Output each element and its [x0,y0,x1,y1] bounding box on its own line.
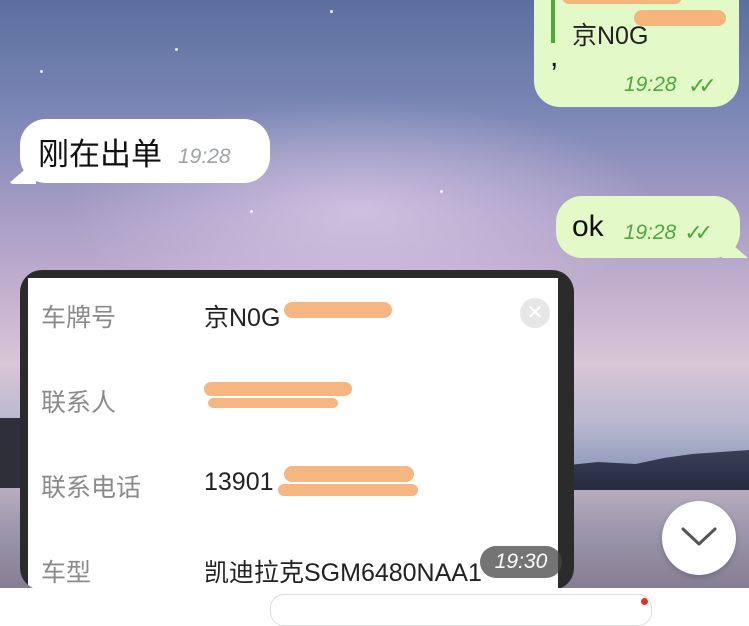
outgoing-message-ok[interactable]: ok 19:28 ✓✓ [556,196,740,258]
form-value: 13901 [204,468,274,496]
scroll-down-button[interactable] [662,501,736,575]
message-text: , [550,40,559,73]
star [330,10,333,13]
form-label: 车型 [41,559,92,587]
star [440,190,443,193]
double-check-icon: ✓✓ [688,73,717,98]
message-input[interactable] [270,594,652,626]
outgoing-message-quoted[interactable]: 京N0G , 19:28 ✓✓ [534,0,739,107]
composer-bar [0,588,749,626]
form-row-model: 车型 凯迪拉克SGM6480NAA1 [28,553,558,590]
image-message-time: 19:30 [480,546,562,578]
form-screenshot: 车牌号 京N0G ✕ 联系人 联系电话 13901 车型 凯迪拉克SGM6480… [28,278,558,590]
message-text: ok [572,210,604,243]
redaction-mark [204,382,352,396]
form-label: 联系电话 [41,474,142,502]
message-text: 刚在出单 [38,136,162,172]
redaction-mark [634,10,726,26]
redaction-mark [208,398,338,408]
star [40,70,43,73]
form-value: 凯迪拉克SGM6480NAA1 [204,559,482,587]
redaction-mark [562,0,682,4]
form-label: 联系人 [41,389,117,417]
incoming-message[interactable]: 刚在出单 19:28 [20,119,270,183]
form-label: 车牌号 [41,304,117,332]
redaction-mark [284,302,392,318]
message-time: 19:28 [623,221,677,244]
message-time: 19:28 [178,145,231,168]
redaction-mark [278,484,418,496]
double-check-icon: ✓✓ [684,220,713,245]
message-time: 19:28 [624,73,677,96]
star [250,210,253,213]
form-value: 京N0G [204,304,281,332]
redaction-mark [284,466,414,482]
close-icon: ✕ [520,298,550,328]
quote-bar [551,0,555,43]
image-message[interactable]: 车牌号 京N0G ✕ 联系人 联系电话 13901 车型 凯迪拉克SGM6480… [20,270,574,590]
star [175,48,178,51]
notification-dot [641,598,648,605]
chevron-down-icon [681,527,717,546]
